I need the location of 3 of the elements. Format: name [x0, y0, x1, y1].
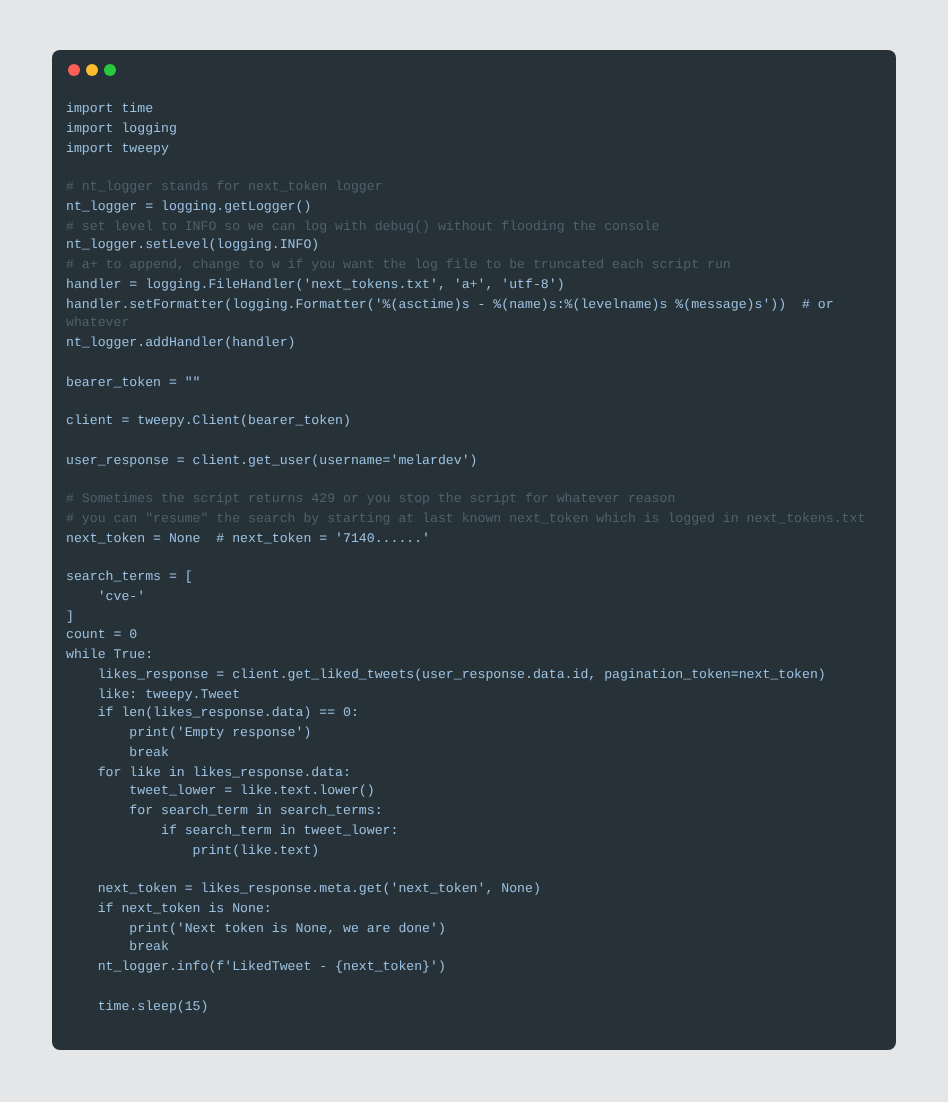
window-control-icon[interactable] [104, 64, 116, 76]
window-control-icon[interactable] [68, 64, 80, 76]
window-control-icon[interactable] [86, 64, 98, 76]
